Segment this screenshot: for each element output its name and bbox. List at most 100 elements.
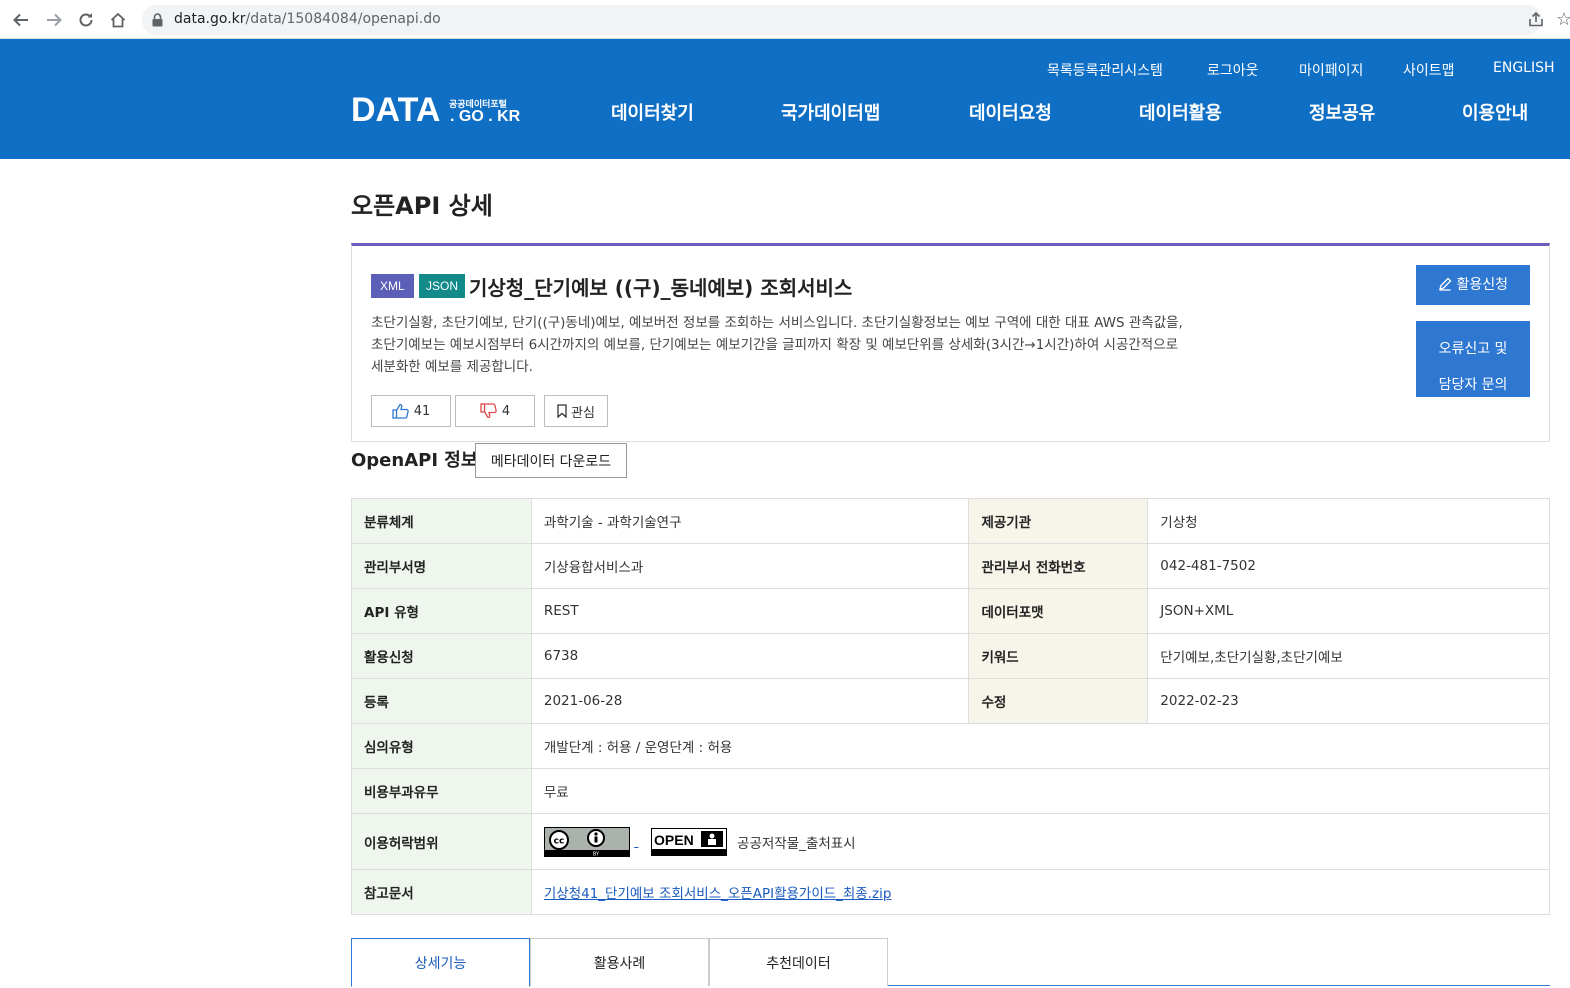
- home-icon[interactable]: [107, 9, 129, 31]
- like-count: 41: [413, 403, 431, 419]
- kogl-open-badge[interactable]: OPEN: [650, 827, 727, 856]
- license-text: 공공저작물_출처표시: [737, 835, 856, 852]
- row-value: REST: [530, 588, 970, 634]
- license-cell: cc BY OPEN 공공저작물_출처표시: [530, 813, 1551, 870]
- logo-main: DATA: [351, 91, 441, 129]
- util-link-catalog[interactable]: 목록등록관리시스템: [1047, 60, 1163, 80]
- row-value: 기상융합서비스과: [530, 543, 970, 589]
- nav-find-data[interactable]: 데이터찾기: [611, 99, 694, 125]
- util-link-sitemap[interactable]: 사이트맵: [1403, 60, 1455, 80]
- row-label: 분류체계: [351, 498, 532, 544]
- site-header: 목록등록관리시스템 로그아웃 마이페이지 사이트맵 ENGLISH DATA 공…: [0, 39, 1570, 159]
- table-row: 이용허락범위 cc BY OPEN 공공저작물_출처표시: [351, 813, 1551, 870]
- reload-icon[interactable]: [75, 9, 97, 31]
- cc-by-badge[interactable]: cc BY: [543, 826, 630, 857]
- url-text[interactable]: data.go.kr/data/15084084/openapi.do: [174, 11, 441, 27]
- nav-info-share[interactable]: 정보공유: [1309, 99, 1375, 125]
- nav-national-data-map[interactable]: 국가데이터맵: [781, 99, 880, 125]
- tab-use-cases[interactable]: 활용사례: [530, 938, 709, 986]
- util-link-mypage[interactable]: 마이페이지: [1299, 60, 1363, 80]
- nav-data-request[interactable]: 데이터요청: [969, 99, 1052, 125]
- url-host: data.go.kr: [174, 11, 246, 27]
- bookmark-label: 관심: [571, 405, 595, 421]
- metadata-download-button[interactable]: 메타데이터 다운로드: [475, 443, 627, 478]
- apply-button-label: 활용신청: [1456, 277, 1508, 293]
- json-badge: JSON: [419, 274, 466, 298]
- row-label: 활용신청: [351, 633, 532, 679]
- apply-button[interactable]: 활용신청: [1416, 265, 1530, 305]
- tab-recommended-data[interactable]: 추천데이터: [709, 938, 888, 986]
- table-row: API 유형 REST 데이터포맷 JSON+XML: [351, 588, 1550, 634]
- open-badge-text: OPEN: [654, 832, 694, 848]
- row-label: 데이터포맷: [968, 588, 1149, 634]
- openapi-info-title: OpenAPI 정보: [351, 450, 478, 471]
- report-button-line: 오류신고 및: [1438, 341, 1508, 357]
- forward-icon[interactable]: [43, 9, 65, 31]
- bookmark-star-icon[interactable]: ☆: [1556, 9, 1570, 30]
- table-row: 등록 2021-06-28 수정 2022-02-23: [351, 678, 1550, 724]
- row-label: API 유형: [351, 588, 532, 634]
- row-label: 제공기관: [968, 498, 1149, 544]
- row-label: 키워드: [968, 633, 1149, 679]
- util-link-logout[interactable]: 로그아웃: [1207, 60, 1259, 80]
- table-row: 관리부서명 기상융합서비스과 관리부서 전화번호 042-481-7502: [351, 543, 1550, 589]
- like-button[interactable]: 41: [371, 395, 451, 427]
- row-value: 6738: [530, 633, 970, 679]
- table-row: 참고문서 기상청41_단기예보 조회서비스_오픈API활용가이드_최종.zip: [351, 869, 1551, 915]
- row-label: 관리부서 전화번호: [968, 543, 1149, 589]
- url-path: /data/15084084/openapi.do: [245, 11, 441, 27]
- nav-guide[interactable]: 이용안내: [1462, 99, 1528, 125]
- row-value: JSON+XML: [1147, 588, 1550, 634]
- cc-badge-text: BY: [593, 851, 600, 857]
- row-label: 참고문서: [351, 869, 532, 915]
- back-icon[interactable]: [10, 9, 32, 31]
- table-row: 비용부과유무 무료: [351, 768, 1551, 814]
- pencil-icon: [1439, 277, 1452, 291]
- util-link-english[interactable]: ENGLISH: [1493, 60, 1555, 76]
- api-title: 기상청_단기예보 ((구)_동네예보) 조회서비스: [469, 276, 853, 300]
- row-label: 심의유형: [351, 723, 532, 769]
- api-summary-box: XML JSON 기상청_단기예보 ((구)_동네예보) 조회서비스 초단기실황…: [351, 243, 1550, 442]
- row-value: 기상청: [1147, 498, 1550, 544]
- page-title: 오픈API 상세: [351, 192, 493, 220]
- bookmark-icon: [557, 404, 567, 418]
- bookmark-button[interactable]: 관심: [544, 395, 608, 427]
- detail-tabs: 상세기능 활용사례 추천데이터: [351, 938, 1550, 987]
- report-button-line: 담당자 문의: [1438, 377, 1508, 393]
- description-line: 세분화한 예보를 제공합니다.: [371, 359, 533, 375]
- description-line: 초단기예보는 예보시점부터 6시간까지의 예보를, 단기예보는 예보기간을 글피…: [371, 337, 1179, 353]
- nav-data-use[interactable]: 데이터활용: [1139, 99, 1222, 125]
- row-label: 수정: [968, 678, 1149, 724]
- table-row: 심의유형 개발단계 : 허용 / 운영단계 : 허용: [351, 723, 1551, 769]
- row-label: 등록: [351, 678, 532, 724]
- row-value: 2021-06-28: [530, 678, 970, 724]
- row-value: 개발단계 : 허용 / 운영단계 : 허용: [530, 723, 1551, 769]
- description-line: 초단기실황, 초단기예보, 단기((구)동네)예보, 예보버전 정보를 조회하는…: [371, 315, 1183, 331]
- thumbs-down-icon: [480, 403, 497, 419]
- row-label: 비용부과유무: [351, 768, 532, 814]
- reference-doc-link[interactable]: 기상청41_단기예보 조회서비스_오픈API활용가이드_최종.zip: [544, 886, 892, 902]
- api-description: 초단기실황, 초단기예보, 단기((구)동네)예보, 예보버전 정보를 조회하는…: [371, 312, 1291, 378]
- xml-badge: XML: [371, 274, 414, 298]
- row-value: 042-481-7502: [1147, 543, 1550, 589]
- table-row: 분류체계 과학기술 - 과학기술연구 제공기관 기상청: [351, 498, 1550, 544]
- tab-detail-function[interactable]: 상세기능: [351, 938, 530, 987]
- row-value: 과학기술 - 과학기술연구: [530, 498, 970, 544]
- lock-icon[interactable]: [152, 12, 163, 31]
- reference-cell: 기상청41_단기예보 조회서비스_오픈API활용가이드_최종.zip: [530, 869, 1551, 915]
- browser-toolbar: data.go.kr/data/15084084/openapi.do ☆: [0, 0, 1570, 39]
- share-icon[interactable]: [1527, 10, 1545, 32]
- dislike-count: 4: [501, 403, 511, 419]
- openapi-info-table: 분류체계 과학기술 - 과학기술연구 제공기관 기상청 관리부서명 기상융합서비…: [351, 498, 1551, 915]
- cc-link-gap[interactable]: [634, 834, 638, 850]
- row-value: 무료: [530, 768, 1551, 814]
- row-label: 관리부서명: [351, 543, 532, 589]
- row-label: 이용허락범위: [351, 813, 532, 870]
- row-value: 2022-02-23: [1147, 678, 1550, 724]
- row-value: 단기예보,초단기실황,초단기예보: [1147, 633, 1550, 679]
- logo-domain: . GO . KR: [450, 108, 521, 125]
- dislike-button[interactable]: 4: [455, 395, 535, 427]
- table-row: 활용신청 6738 키워드 단기예보,초단기실황,초단기예보: [351, 633, 1550, 679]
- report-error-button[interactable]: 오류신고 및 담당자 문의: [1416, 321, 1530, 397]
- svg-text:cc: cc: [554, 836, 565, 846]
